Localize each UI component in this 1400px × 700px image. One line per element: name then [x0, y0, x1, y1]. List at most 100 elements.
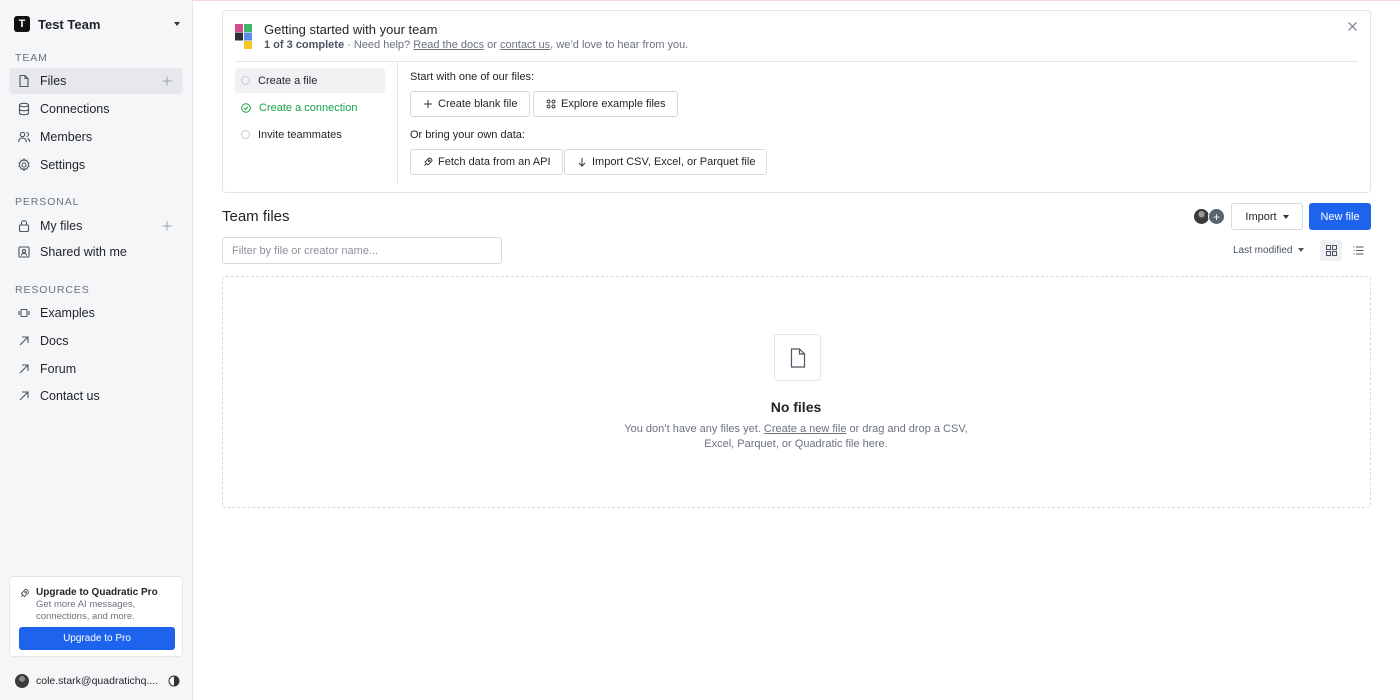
add-member-icon[interactable]: + [1208, 208, 1225, 225]
file-icon [790, 347, 805, 368]
progress-text: 1 of 3 complete [264, 39, 345, 51]
sidebar-item-label: Examples [40, 306, 95, 320]
sidebar-item-members[interactable]: Members [9, 124, 183, 150]
file-drop-zone[interactable]: No files You don’t have any files yet. C… [222, 276, 1371, 508]
sidebar-item-label: Forum [40, 362, 77, 376]
step-label: Create a connection [259, 101, 358, 114]
upgrade-description: Get more AI messages, connections, and m… [36, 599, 136, 622]
team-switcher[interactable]: T Test Team [14, 14, 180, 34]
sidebar: T Test Team TEAM Files Connections Membe… [0, 0, 193, 700]
step-create-file[interactable]: Create a file [235, 68, 385, 93]
grid-view-button[interactable] [1320, 240, 1342, 261]
external-arrow-icon [17, 389, 31, 403]
new-file-button[interactable]: New file [1309, 203, 1371, 230]
create-new-file-link[interactable]: Create a new file [764, 423, 847, 435]
section-label-resources: RESOURCES [15, 284, 90, 296]
sidebar-item-label: Docs [40, 334, 69, 348]
sidebar-item-label: Members [40, 130, 93, 144]
sort-dropdown[interactable]: Last modified [1233, 242, 1305, 258]
sidebar-item-contact-us[interactable]: Contact us [9, 383, 183, 409]
filter-input[interactable] [222, 237, 502, 264]
user-email: cole.stark@quadratichq.... [36, 675, 159, 687]
gear-icon [17, 158, 31, 172]
chevron-down-icon [1282, 214, 1289, 219]
chevron-down-icon [1298, 248, 1305, 252]
contact-us-link[interactable]: contact us [500, 39, 550, 51]
button-label: Explore example files [561, 98, 666, 110]
button-label: Create blank file [438, 98, 518, 110]
step-create-connection[interactable]: Create a connection [235, 95, 385, 120]
getting-started-panel: Getting started with your team 1 of 3 co… [222, 10, 1371, 193]
read-docs-link[interactable]: Read the docs [413, 39, 484, 51]
sidebar-item-files[interactable]: Files [9, 68, 183, 94]
empty-state-description: You don’t have any files yet. Create a n… [611, 422, 981, 451]
sidebar-item-label: My files [40, 219, 83, 233]
step-pending-icon [241, 130, 250, 139]
list-icon [1353, 246, 1363, 255]
sidebar-item-settings[interactable]: Settings [9, 152, 183, 178]
examples-icon [17, 306, 31, 320]
help-suffix: , we’d love to hear from you. [550, 39, 689, 51]
step-invite-teammates[interactable]: Invite teammates [235, 122, 385, 147]
team-avatar: T [14, 16, 30, 32]
quadratic-logo-icon [235, 24, 252, 49]
check-circle-icon [241, 102, 251, 113]
add-personal-file-icon[interactable] [161, 220, 173, 232]
list-view-button[interactable] [1347, 240, 1369, 261]
button-label: Import CSV, Excel, or Parquet file [592, 156, 756, 168]
import-dropdown-button[interactable]: Import [1231, 203, 1303, 230]
getting-started-title: Getting started with your team [264, 22, 438, 37]
create-blank-file-button[interactable]: Create blank file [410, 91, 530, 117]
help-prefix: · Need help? [344, 39, 414, 51]
import-file-button[interactable]: Import CSV, Excel, or Parquet file [564, 149, 768, 175]
sidebar-item-label: Shared with me [40, 245, 127, 259]
upgrade-title: Upgrade to Quadratic Pro [36, 587, 158, 598]
fetch-api-button[interactable]: Fetch data from an API [410, 149, 563, 175]
sidebar-item-label: Settings [40, 158, 86, 172]
sort-label: Last modified [1233, 244, 1293, 256]
external-arrow-icon [17, 334, 31, 348]
page-title: Team files [222, 208, 290, 225]
shared-icon [17, 245, 31, 259]
upgrade-to-pro-button[interactable]: Upgrade to Pro [19, 627, 175, 650]
step-label: Invite teammates [258, 128, 342, 141]
explore-example-files-button[interactable]: Explore example files [533, 91, 678, 117]
upgrade-card: Upgrade to Quadratic Pro Get more AI mes… [9, 576, 183, 657]
sidebar-item-label: Files [40, 74, 67, 88]
chevron-down-icon [174, 22, 180, 26]
rocket-icon [19, 588, 30, 599]
empty-state-title: No files [770, 399, 822, 415]
external-arrow-icon [17, 362, 31, 376]
button-label: Import [1245, 210, 1277, 223]
arrow-down-icon [577, 157, 587, 167]
sidebar-item-shared-with-me[interactable]: Shared with me [9, 239, 183, 265]
or-text: or [484, 39, 501, 51]
bring-data-heading: Or bring your own data: [410, 129, 525, 141]
divider [397, 62, 398, 184]
user-menu[interactable]: cole.stark@quadratichq.... [15, 673, 180, 689]
team-name: Test Team [38, 16, 101, 32]
examples-grid-icon [546, 99, 556, 109]
divider [235, 61, 1358, 62]
team-avatars: + [1193, 208, 1227, 225]
grid-icon [1325, 245, 1337, 256]
step-label: Create a file [258, 74, 318, 87]
sidebar-item-examples[interactable]: Examples [9, 300, 183, 326]
theme-toggle-icon[interactable] [168, 675, 180, 687]
button-label: Fetch data from an API [438, 156, 551, 168]
plus-icon [423, 99, 433, 109]
close-icon[interactable] [1347, 21, 1358, 32]
section-label-team: TEAM [15, 52, 48, 64]
sidebar-item-my-files[interactable]: My files [9, 213, 183, 239]
getting-started-subtitle: 1 of 3 complete · Need help? Read the do… [264, 39, 688, 51]
add-file-icon[interactable] [161, 75, 173, 87]
database-icon [17, 102, 31, 116]
sidebar-item-label: Contact us [40, 389, 100, 403]
users-icon [17, 130, 31, 144]
sidebar-item-forum[interactable]: Forum [9, 356, 183, 382]
rocket-icon [423, 157, 433, 167]
sidebar-item-docs[interactable]: Docs [9, 328, 183, 354]
file-icon [17, 74, 31, 88]
sidebar-item-connections[interactable]: Connections [9, 96, 183, 122]
start-heading: Start with one of our files: [410, 71, 535, 83]
